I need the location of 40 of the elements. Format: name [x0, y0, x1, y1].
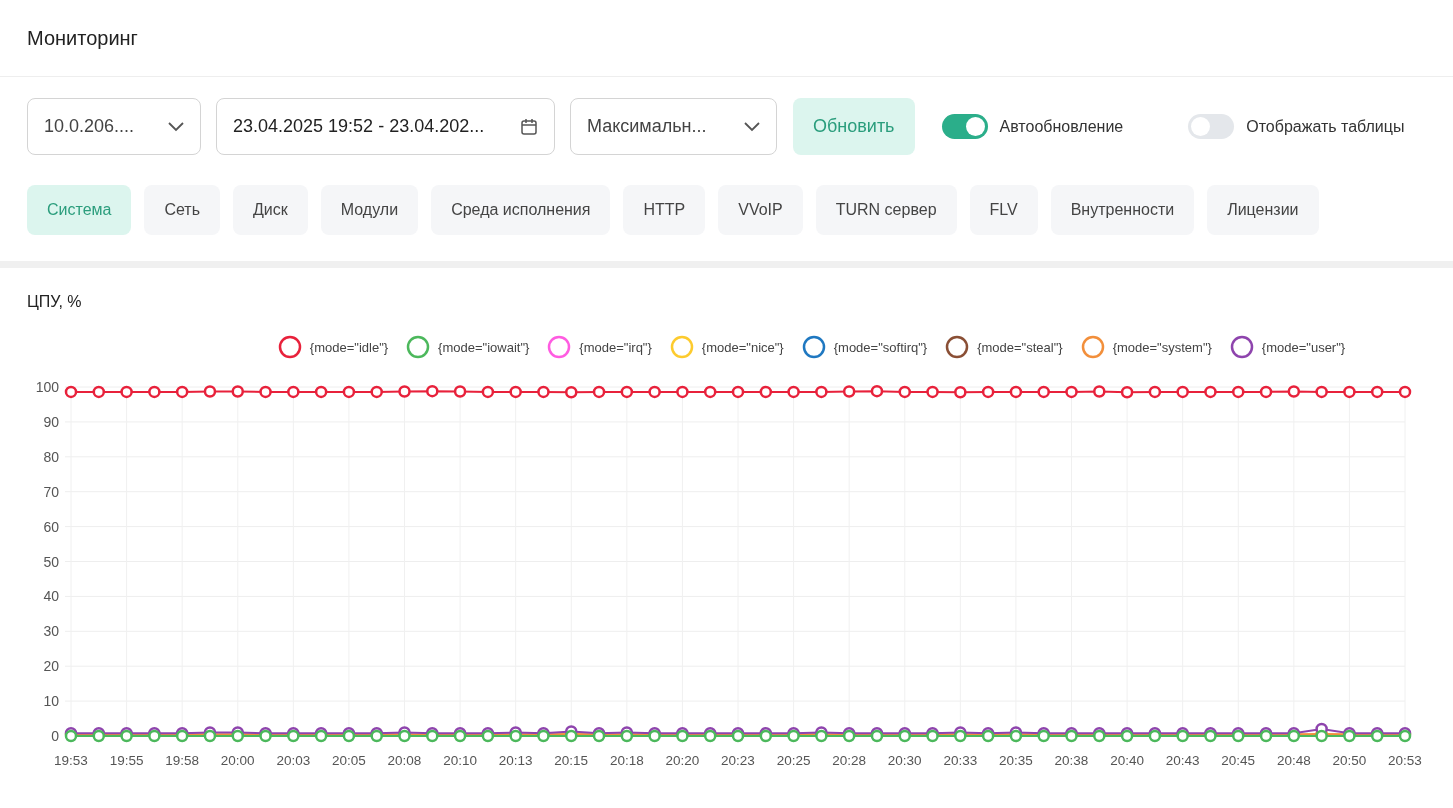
x-axis-label: 20:15: [554, 753, 589, 768]
x-axis-label: 20:30: [887, 753, 922, 768]
toggle-label: Автообновление: [999, 117, 1124, 136]
x-axis-label: 20:28: [832, 753, 867, 768]
y-axis-label: 90: [43, 413, 59, 430]
x-axis-label: 20:03: [276, 753, 311, 768]
x-axis-label: 20:43: [1165, 753, 1200, 768]
x-axis-label: 20:48: [1276, 753, 1311, 768]
x-axis-label: 20:50: [1332, 753, 1367, 768]
x-axis-label: 20:18: [609, 753, 644, 768]
y-axis-label: 20: [43, 658, 59, 675]
x-axis-label: 20:25: [776, 753, 811, 768]
x-axis-label: 20:05: [332, 753, 366, 768]
x-axis-label: 20:53: [1388, 753, 1422, 768]
x-axis-label: 20:33: [943, 753, 978, 768]
x-axis-label: 20:40: [1110, 753, 1144, 768]
page-title: Мониторинг: [27, 26, 138, 50]
y-axis-label: 100: [35, 379, 59, 395]
y-axis-label: 60: [43, 518, 59, 535]
x-axis-label: 19:58: [165, 753, 200, 768]
chart-title: ЦПУ, %: [27, 293, 83, 311]
x-axis-label: 20:45: [1221, 753, 1256, 768]
x-axis-label: 19:53: [54, 753, 88, 768]
y-axis-label: 40: [43, 588, 59, 605]
x-axis-label: 20:20: [665, 753, 700, 768]
x-axis-label: 20:08: [387, 753, 422, 768]
x-axis-label: 20:10: [443, 753, 477, 768]
x-axis-label: 20:35: [999, 753, 1033, 768]
x-axis-label: 20:00: [220, 753, 255, 768]
y-axis-label: 0: [51, 728, 59, 744]
y-axis-label: 10: [43, 693, 59, 710]
y-axis-label: 30: [43, 623, 59, 640]
x-axis-label: 20:23: [721, 753, 755, 768]
y-axis-label: 50: [43, 553, 59, 570]
y-axis-label: 70: [43, 483, 59, 500]
x-axis-label: 19:55: [109, 753, 144, 768]
y-axis-label: 80: [43, 448, 59, 465]
x-axis-label: 20:13: [498, 753, 533, 768]
x-axis-label: 20:38: [1054, 753, 1089, 768]
toggle-label: Отображать таблицы: [1246, 117, 1405, 136]
